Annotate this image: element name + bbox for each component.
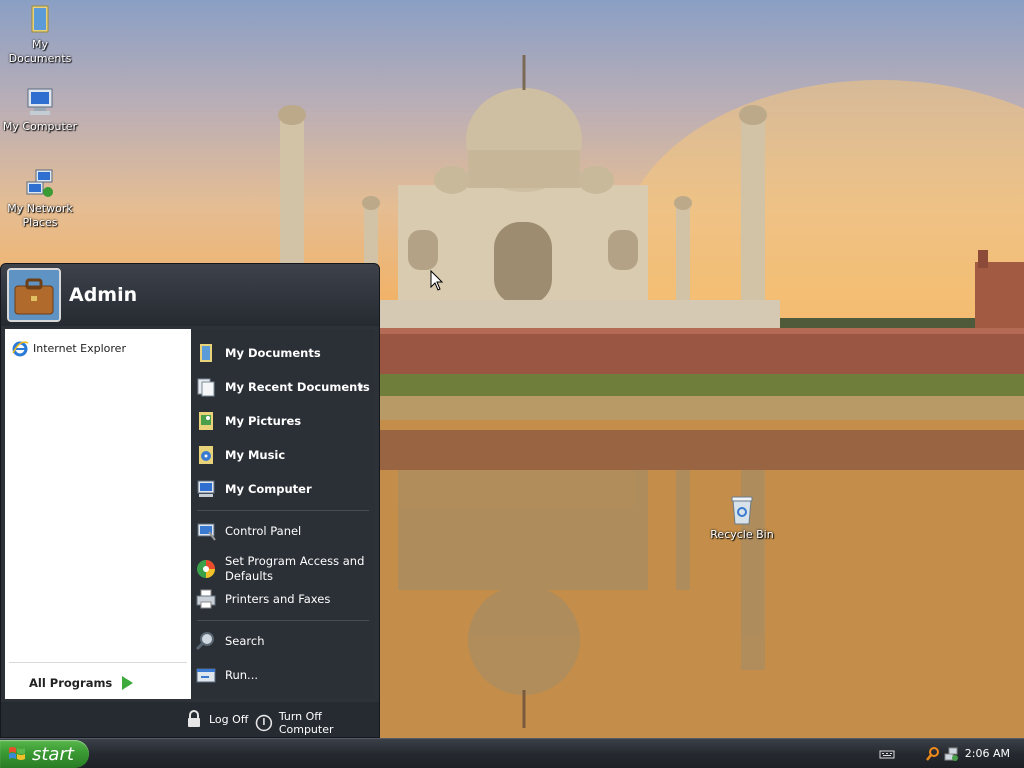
places-divider [197,510,369,511]
power-icon [255,714,273,732]
menu-item-search[interactable]: Search [195,630,371,652]
desktop-icon-my-documents[interactable]: My Documents [0,4,80,66]
submenu-arrow-icon [359,383,363,391]
menu-item-printers-and-faxes[interactable]: Printers and Faxes [195,588,371,610]
my-documents-icon [200,344,212,362]
start-menu-header: Admin [1,264,379,326]
mouse-cursor-icon [430,270,444,291]
pinned-item-internet-explorer[interactable]: Internet Explorer [11,337,126,359]
clock[interactable]: 2:06 AM [965,747,1010,760]
menu-item-run[interactable]: Run... [195,664,371,686]
folder-documents-icon [31,5,49,33]
control-panel-icon [197,523,216,541]
my-pictures-icon [199,412,213,430]
menu-item-label: My Computer [225,481,312,496]
menu-item-set-program-access[interactable]: Set Program Access and Defaults [195,554,371,584]
log-off-label: Log Off [209,712,249,726]
desktop-icon-label: My Network Places [7,202,73,229]
all-programs-label: All Programs [29,676,113,690]
briefcase-avatar-icon [9,270,59,320]
computer-icon [27,88,53,115]
turn-off-label: Turn Off Computer [278,710,334,736]
menu-item-label: My Music [225,447,286,462]
recycle-bin-icon [731,496,753,525]
user-name: Admin [69,284,138,306]
program-access-icon [197,560,215,578]
my-computer-icon [197,480,215,497]
start-menu-pinned-panel: Internet Explorer All Programs [5,329,191,699]
log-off-button[interactable]: Log Off [185,710,248,728]
desktop-icon-label: My Computer [2,120,78,133]
desktop-icon-label: Recycle Bin [710,528,774,541]
menu-item-control-panel[interactable]: Control Panel [195,520,371,542]
desktop-icon-label: My Documents [8,38,72,65]
desktop-icon-recycle-bin[interactable]: Recycle Bin [702,494,782,542]
menu-item-label: Run... [225,667,259,682]
recent-documents-icon [197,378,215,397]
menu-item-my-pictures[interactable]: My Pictures [195,410,371,432]
start-label: start [32,743,74,765]
system-divider [197,620,369,621]
menu-item-label: My Pictures [225,413,302,428]
menu-item-my-music[interactable]: My Music [195,444,371,466]
start-menu-footer: Log Off Turn Off Computer [1,702,379,737]
internet-explorer-icon [12,341,29,357]
network-tray-icon[interactable] [943,746,959,762]
pinned-item-label: Internet Explorer [33,341,126,355]
windows-flag-icon [9,747,25,760]
menu-item-label: Search [225,633,265,648]
turn-off-computer-button[interactable]: Turn Off Computer [255,710,379,736]
start-menu-places-panel: My Documents My Recent Documents My Pict… [191,329,375,699]
keyboard-icon[interactable] [879,746,895,762]
my-music-icon [199,446,213,464]
taskbar: start 2:06 AM [0,738,1024,768]
menu-item-label: My Documents [225,345,321,360]
start-menu: Admin Internet Explorer All Programs My … [0,263,380,738]
run-icon [196,668,216,683]
network-places-icon [26,169,53,197]
printer-icon [196,589,216,609]
lock-icon [188,710,200,727]
search-icon [195,632,214,651]
desktop-icon-my-computer[interactable]: My Computer [0,86,80,134]
menu-item-label: Set Program Access and Defaults [225,554,365,583]
all-programs-button[interactable]: All Programs [29,676,134,690]
menu-item-my-recent-documents[interactable]: My Recent Documents [195,376,371,398]
desktop-icon-my-network-places[interactable]: My Network Places [0,168,80,230]
left-divider [9,662,187,663]
menu-item-label: Printers and Faxes [225,591,331,606]
menu-item-my-computer[interactable]: My Computer [195,478,371,500]
green-arrow-icon [122,676,134,690]
menu-item-my-documents[interactable]: My Documents [195,342,371,364]
user-avatar[interactable] [7,268,61,322]
search-tray-icon[interactable] [925,746,941,762]
menu-item-label: Control Panel [225,523,302,538]
start-button[interactable]: start [0,740,89,768]
menu-item-label: My Recent Documents [225,379,370,394]
system-tray: 2:06 AM [874,739,1024,768]
